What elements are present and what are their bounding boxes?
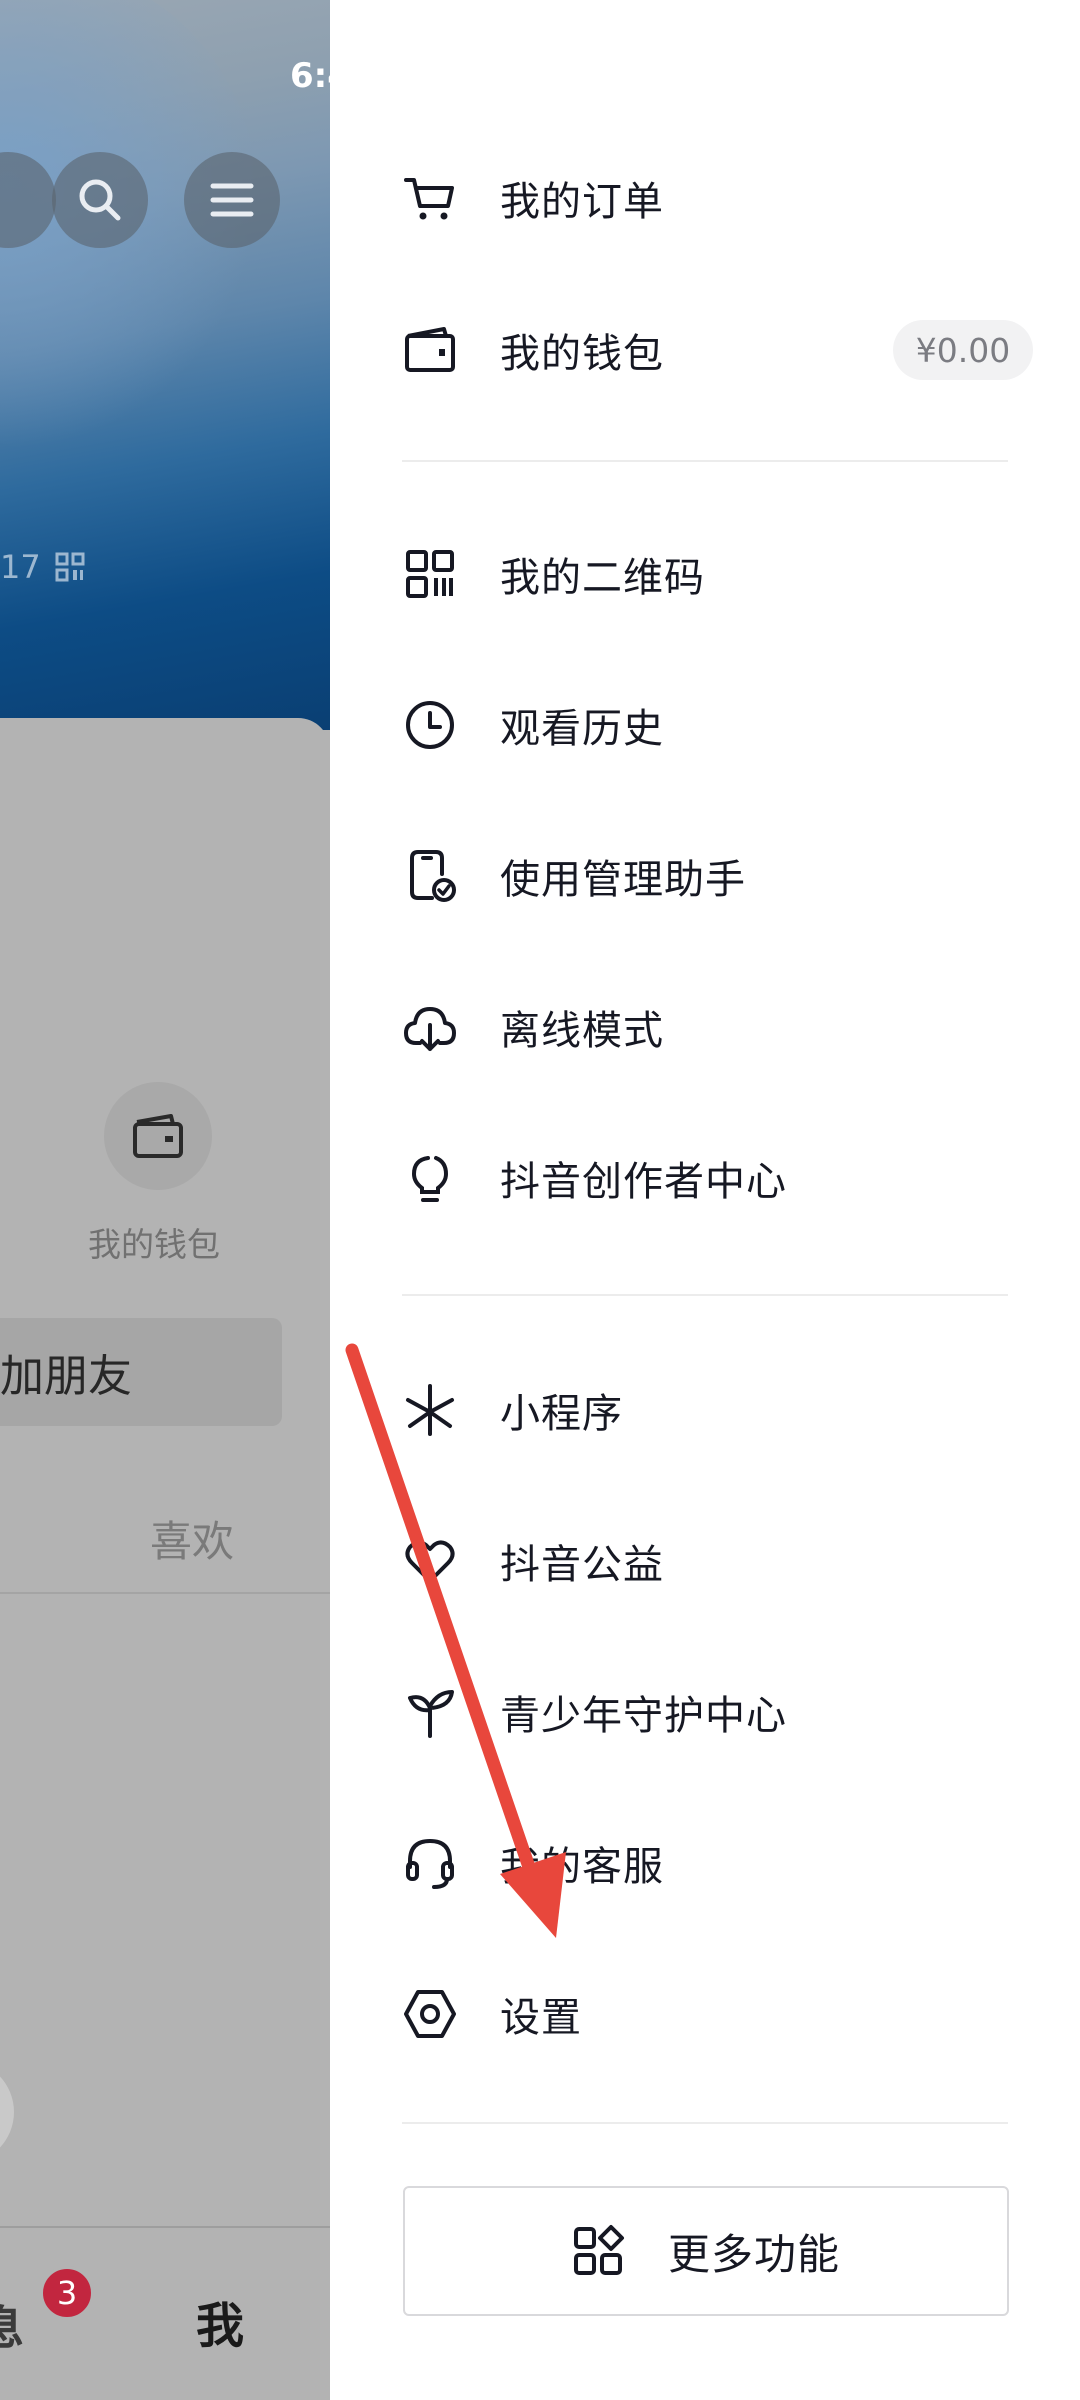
tab-divider: [0, 1592, 330, 1594]
menu-item-youth-protection[interactable]: 青少年守护中心: [402, 1662, 1022, 1762]
qr-code-icon: [402, 546, 458, 602]
wallet-balance-badge: ¥0.00: [893, 320, 1033, 380]
lightbulb-icon: [402, 1150, 458, 1206]
more-features-label: 更多功能: [667, 2229, 840, 2279]
menu-button[interactable]: [184, 152, 280, 248]
profile-cover: [0, 0, 330, 730]
menu-item-offline-mode[interactable]: 离线模式: [402, 977, 1022, 1077]
profile-id-fragment: 17: [0, 548, 85, 586]
menu-item-customer-service[interactable]: 我的客服: [402, 1813, 1022, 1913]
shopping-cart-icon: [402, 170, 458, 226]
heart-icon: [402, 1533, 458, 1589]
mini-program-icon: [402, 1382, 458, 1438]
menu-divider: [402, 2122, 1008, 2124]
menu-label: 抖音创作者中心: [500, 1159, 787, 1205]
tab-messages[interactable]: 息: [0, 2292, 24, 2358]
background-profile-page: 17 我的钱包 加朋友 喜欢 息 3 我: [0, 0, 330, 2400]
menu-item-creator-center[interactable]: 抖音创作者中心: [402, 1128, 1022, 1228]
menu-label: 小程序: [500, 1391, 623, 1437]
menu-label: 我的钱包: [500, 331, 664, 377]
menu-label: 抖音公益: [500, 1542, 664, 1588]
add-friend-button[interactable]: 加朋友: [0, 1318, 282, 1426]
menu-item-watch-history[interactable]: 观看历史: [402, 675, 1022, 775]
menu-label: 青少年守护中心: [500, 1693, 787, 1739]
qr-small-icon: [55, 552, 85, 582]
side-drawer: 我的订单 我的钱包 ¥0.00 我的二维码 观看历史 使用管理助手 离线模式 抖…: [330, 0, 1080, 2400]
menu-item-settings[interactable]: 设置: [402, 1964, 1022, 2064]
tab-likes[interactable]: 喜欢: [150, 1508, 234, 1569]
background-wallet-button[interactable]: [104, 1082, 212, 1190]
message-badge: 3: [40, 2266, 94, 2320]
headset-icon: [402, 1835, 458, 1891]
apps-grid-icon: [572, 2223, 628, 2279]
wallet-icon: [133, 1114, 183, 1158]
menu-item-charity[interactable]: 抖音公益: [402, 1511, 1022, 1611]
tab-me[interactable]: 我: [196, 2286, 244, 2356]
more-features-button[interactable]: 更多功能: [403, 2186, 1009, 2316]
menu-item-my-orders[interactable]: 我的订单: [402, 148, 1022, 248]
menu-label: 离线模式: [500, 1008, 664, 1054]
hamburger-icon: [210, 183, 254, 217]
sprout-icon: [402, 1684, 458, 1740]
clock-icon: [402, 697, 458, 753]
menu-label: 使用管理助手: [500, 857, 746, 903]
background-wallet-label: 我的钱包: [88, 1225, 220, 1264]
settings-hexagon-icon: [402, 1986, 458, 2042]
phone-check-icon: [402, 848, 458, 904]
menu-item-my-qr-code[interactable]: 我的二维码: [402, 524, 1022, 624]
cloud-download-icon: [402, 999, 458, 1055]
menu-item-usage-manager[interactable]: 使用管理助手: [402, 826, 1022, 926]
search-icon: [79, 179, 121, 221]
menu-label: 我的客服: [500, 1844, 664, 1890]
menu-label: 设置: [500, 1995, 582, 2041]
menu-label: 我的订单: [500, 179, 664, 225]
search-button[interactable]: [52, 152, 148, 248]
wallet-icon: [402, 322, 458, 378]
menu-item-mini-programs[interactable]: 小程序: [402, 1360, 1022, 1460]
menu-divider: [402, 460, 1008, 462]
menu-divider: [402, 1294, 1008, 1296]
menu-label: 观看历史: [500, 706, 664, 752]
menu-label: 我的二维码: [500, 555, 705, 601]
